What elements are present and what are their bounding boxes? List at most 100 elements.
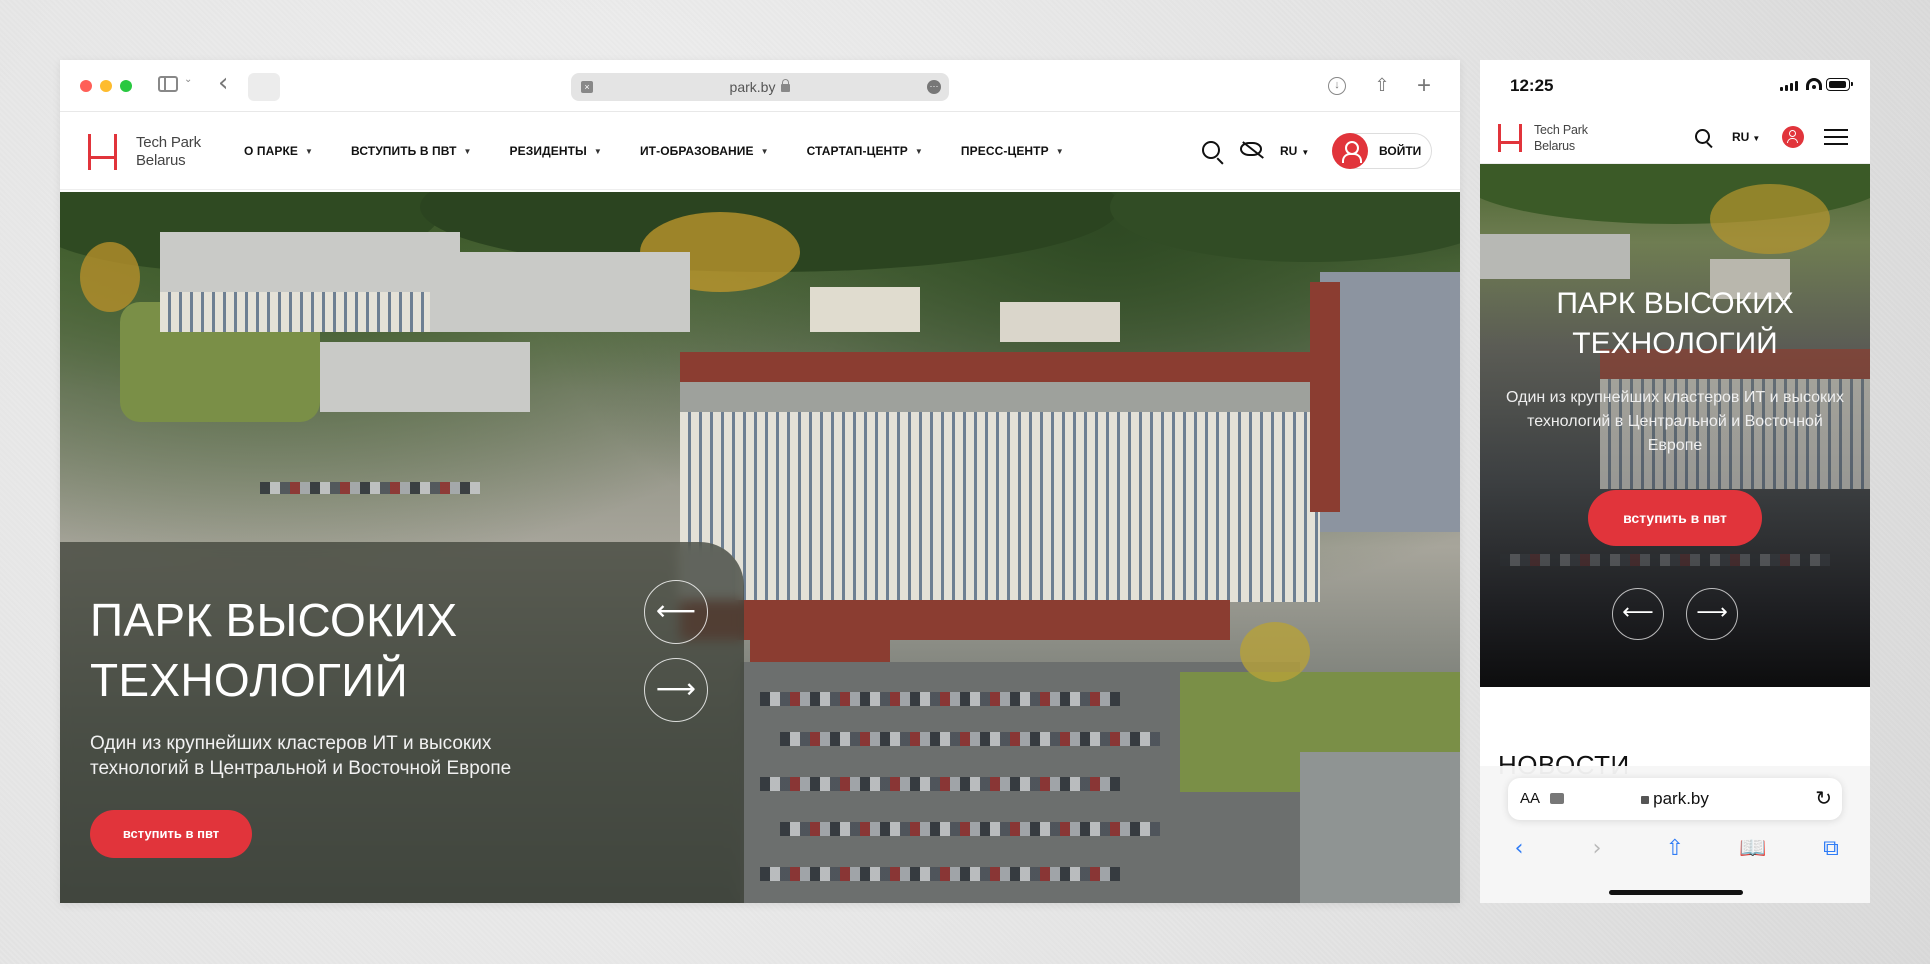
address-bar-url: park.by — [729, 79, 776, 95]
slider-next-arrow-icon[interactable]: ⟶ — [1686, 588, 1738, 640]
status-bar: 12:25 — [1480, 60, 1870, 112]
back-icon[interactable]: ‹ — [1499, 836, 1539, 861]
photo-cars — [760, 777, 1120, 791]
address-bar[interactable]: × park.by ··· — [571, 73, 949, 101]
hero-subtitle: Один из крупнейших кластеров ИТ и высоки… — [90, 733, 512, 779]
menu-item-about[interactable]: О ПАРКЕ ▼ — [244, 144, 313, 158]
hamburger-menu-icon[interactable] — [1824, 129, 1848, 145]
slider-prev-arrow-icon[interactable]: ⟵ — [644, 580, 708, 644]
tabs-icon[interactable]: ⧉ — [1811, 836, 1851, 861]
user-icon — [1332, 133, 1368, 169]
language-selector[interactable]: RU ▼ — [1280, 144, 1309, 158]
mobile-hero-banner: ПАРК ВЫСОКИХ ТЕХНОЛОГИЙ Один из крупнейш… — [1480, 164, 1870, 687]
zoom-window-button[interactable] — [120, 80, 132, 92]
logo-mark-icon — [88, 134, 126, 170]
photo-forest — [1110, 192, 1460, 262]
chevron-down-icon[interactable]: ⌄ — [184, 74, 192, 85]
photo-building — [1000, 302, 1120, 342]
login-label: ВОЙТИ — [1379, 144, 1422, 158]
photo-building — [430, 252, 690, 332]
logo-line1: Tech Park — [136, 134, 201, 151]
hero-title: ПАРК ВЫСОКИХ ТЕХНОЛОГИЙ — [1556, 287, 1794, 360]
status-time: 12:25 — [1510, 76, 1554, 95]
photo-building — [680, 382, 1320, 412]
minimize-window-button[interactable] — [100, 80, 112, 92]
photo-cars — [780, 732, 1160, 746]
hero-subtitle: Один из крупнейших кластеров ИТ и высоки… — [1506, 389, 1844, 454]
sidebar-toggle-icon[interactable] — [158, 76, 178, 92]
battery-icon — [1826, 78, 1853, 91]
more-options-icon[interactable]: ··· — [927, 80, 941, 94]
hero-title: ПАРК ВЫСОКИХ ТЕХНОЛОГИЙ — [90, 594, 458, 706]
photo-building — [1320, 272, 1460, 532]
site-favicon-icon: × — [581, 81, 593, 93]
chevron-down-icon: ▼ — [914, 146, 923, 156]
lock-icon — [781, 79, 791, 92]
hero-text-panel: ПАРК ВЫСОКИХ ТЕХНОЛОГИЙ Один из крупнейш… — [60, 542, 744, 903]
join-cta-button[interactable]: вступить в пвт — [90, 810, 252, 858]
chevron-down-icon: ▼ — [1055, 146, 1064, 156]
tab-placeholder[interactable] — [248, 73, 280, 101]
menu-item-startup[interactable]: СТАРТАП-ЦЕНТР ▼ — [807, 144, 923, 158]
photo-building — [810, 287, 920, 332]
photo-main-building — [680, 412, 1320, 602]
photo-autumn-trees — [80, 242, 140, 312]
logo-mark-icon — [1498, 124, 1528, 152]
mobile-address-bar[interactable]: AA park.by ↻ — [1508, 778, 1842, 820]
login-button[interactable]: ВОЙТИ — [1332, 133, 1432, 169]
photo-building — [160, 232, 460, 292]
photo-cars — [760, 692, 1120, 706]
site-header: Tech Park Belarus О ПАРКЕ ▼ ВСТУПИТЬ В ПВ… — [60, 112, 1460, 190]
menu-item-join[interactable]: ВСТУПИТЬ В ПВТ ▼ — [351, 144, 472, 158]
logo-line1: Tech Park — [1534, 123, 1588, 137]
site-logo[interactable]: Tech Park Belarus — [88, 134, 201, 170]
photo-building — [1310, 282, 1340, 512]
chevron-down-icon: ▼ — [1301, 148, 1310, 157]
wifi-icon — [1806, 78, 1822, 90]
photo-building — [1480, 234, 1630, 279]
menu-item-press[interactable]: ПРЕСС-ЦЕНТР ▼ — [961, 144, 1064, 158]
user-icon[interactable] — [1782, 126, 1804, 148]
logo-line2: Belarus — [136, 152, 186, 169]
browser-toolbar: ⌄ ‹ × park.by ··· ↓ ⇧ + — [60, 60, 1460, 112]
hero-banner: ПАРК ВЫСОКИХ ТЕХНОЛОГИЙ Один из крупнейш… — [60, 192, 1460, 903]
home-indicator — [1609, 890, 1743, 895]
new-tab-icon[interactable]: + — [1412, 74, 1436, 98]
slider-prev-arrow-icon[interactable]: ⟵ — [1612, 588, 1664, 640]
close-window-button[interactable] — [80, 80, 92, 92]
search-icon[interactable] — [1202, 141, 1220, 159]
photo-cars — [260, 482, 480, 494]
bookmarks-icon[interactable]: 📖 — [1733, 836, 1773, 861]
menu-item-residents[interactable]: РЕЗИДЕНТЫ ▼ — [510, 144, 602, 158]
back-icon[interactable]: ‹ — [218, 70, 228, 96]
photo-autumn-trees — [1240, 622, 1310, 682]
share-icon[interactable]: ⇧ — [1370, 74, 1394, 98]
search-icon[interactable] — [1695, 129, 1710, 144]
chevron-down-icon: ▼ — [593, 146, 602, 156]
cellular-signal-icon — [1780, 81, 1798, 91]
photo-building — [320, 342, 530, 412]
menu-item-it-education[interactable]: ИТ-ОБРАЗОВАНИЕ ▼ — [640, 144, 769, 158]
desktop-browser-window: ⌄ ‹ × park.by ··· ↓ ⇧ + Tech Park Belaru… — [60, 60, 1460, 903]
slider-next-arrow-icon[interactable]: ⟶ — [644, 658, 708, 722]
safari-toolbar: ‹ › ⇧ 📖 ⧉ — [1480, 836, 1870, 861]
main-menu: О ПАРКЕ ▼ ВСТУПИТЬ В ПВТ ▼ РЕЗИДЕНТЫ ▼ ИТ-О… — [244, 144, 1102, 158]
chevron-down-icon: ▼ — [1752, 134, 1761, 143]
share-icon[interactable]: ⇧ — [1655, 836, 1695, 861]
logo-line2: Belarus — [1534, 139, 1575, 153]
reload-icon[interactable]: ↻ — [1815, 786, 1832, 810]
join-cta-button[interactable]: вступить в пвт — [1588, 490, 1762, 546]
chevron-down-icon: ▼ — [760, 146, 769, 156]
chevron-down-icon: ▼ — [463, 146, 472, 156]
forward-icon[interactable]: › — [1577, 836, 1617, 861]
photo-building — [160, 292, 460, 332]
accessibility-eye-off-icon[interactable] — [1240, 142, 1262, 156]
photo-cars — [1500, 554, 1830, 566]
download-icon[interactable]: ↓ — [1328, 77, 1346, 95]
site-logo[interactable]: Tech Park Belarus — [1498, 122, 1588, 154]
photo-cars — [780, 822, 1160, 836]
window-controls — [80, 80, 132, 92]
language-selector[interactable]: RU ▼ — [1732, 130, 1760, 144]
lock-icon — [1641, 796, 1650, 804]
photo-cars — [760, 867, 1120, 881]
